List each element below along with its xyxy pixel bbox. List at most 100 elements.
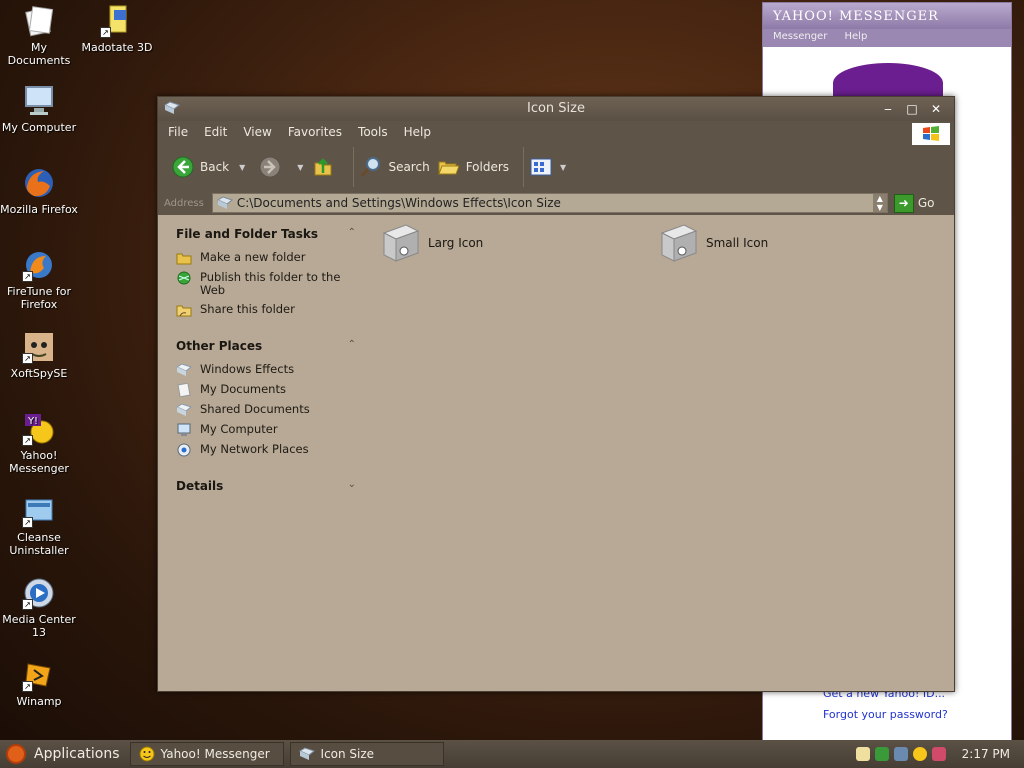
yahoo-smiley-icon xyxy=(139,746,155,762)
shared-documents-icon xyxy=(176,403,192,416)
desktop-icon-yahoo-messenger[interactable]: Y! ↗ Yahoo! Messenger xyxy=(0,412,78,475)
address-label: Address xyxy=(164,197,204,209)
window-titlebar[interactable]: Icon Size ‒ □ ✕ xyxy=(158,97,954,121)
back-label: Back xyxy=(200,160,230,174)
toolbar-separator xyxy=(353,147,355,187)
back-button[interactable]: Back xyxy=(172,156,229,178)
desktop-icon-winamp[interactable]: ↗ Winamp xyxy=(0,658,78,708)
place-my-computer[interactable]: My Computer xyxy=(176,423,356,437)
shortcut-arrow-icon: ↗ xyxy=(22,517,33,528)
desktop-icon-label: My Computer xyxy=(1,121,77,134)
address-bar: Address C:\Documents and Settings\Window… xyxy=(158,191,954,215)
share-folder-icon xyxy=(176,305,192,317)
tray-network-icon[interactable] xyxy=(893,747,908,761)
yahoo-menu-messenger[interactable]: Messenger xyxy=(773,31,827,42)
address-value: C:\Documents and Settings\Windows Effect… xyxy=(236,196,561,210)
file-item-small-icon[interactable]: Small Icon xyxy=(658,221,768,265)
applications-menu-button[interactable]: Applications xyxy=(0,744,130,764)
shortcut-arrow-icon: ↗ xyxy=(22,599,33,610)
desktop-icon-firetune[interactable]: ↗ FireTune for Firefox xyxy=(0,248,78,311)
shortcut-arrow-icon: ↗ xyxy=(22,681,33,692)
taskbar-item-yahoo-messenger[interactable]: Yahoo! Messenger xyxy=(129,742,284,766)
yahoo-forgot-password-link[interactable]: Forgot your password? xyxy=(823,708,948,721)
menu-favorites[interactable]: Favorites xyxy=(288,125,342,139)
desktop-icon-my-documents[interactable]: My Documents xyxy=(0,4,78,67)
go-button[interactable]: ➜ Go xyxy=(893,193,935,213)
firefox-icon xyxy=(22,166,56,200)
yahoo-menu-help[interactable]: Help xyxy=(845,31,868,42)
shortcut-arrow-icon: ↗ xyxy=(22,353,33,364)
desktop-icon-cleanse-uninstaller[interactable]: ↗ Cleanse Uninstaller xyxy=(0,494,78,557)
file-item-larg-icon[interactable]: Larg Icon xyxy=(380,221,483,265)
yahoo-title: YAHOO! MESSENGER xyxy=(763,3,1011,29)
menu-edit[interactable]: Edit xyxy=(204,125,227,139)
menu-tools[interactable]: Tools xyxy=(358,125,388,139)
chevron-up-icon[interactable]: ⌃ xyxy=(348,339,356,353)
tray-note-icon[interactable] xyxy=(855,747,870,761)
ubuntu-logo-icon xyxy=(6,744,26,764)
firetune-icon: ↗ xyxy=(22,248,56,282)
maximize-button[interactable]: □ xyxy=(900,97,924,121)
views-button[interactable]: ▼ xyxy=(530,158,566,176)
folder-address-icon xyxy=(216,196,233,209)
task-share-folder[interactable]: Share this folder xyxy=(176,303,356,317)
yahoo-menu: Messenger Help xyxy=(763,29,1011,47)
menu-file[interactable]: File xyxy=(168,125,188,139)
clock[interactable]: 2:17 PM xyxy=(962,747,1010,761)
folder-icon xyxy=(176,363,192,376)
cleanse-uninstaller-icon: ↗ xyxy=(22,494,56,528)
desktop-icon-label: Winamp xyxy=(16,695,62,708)
desktop-icon-my-computer[interactable]: My Computer xyxy=(0,84,78,134)
tray-yahoo-icon[interactable] xyxy=(912,747,927,761)
chevron-down-icon[interactable]: ⌄ xyxy=(348,479,356,493)
tray-update-icon[interactable] xyxy=(874,747,889,761)
folders-icon xyxy=(437,161,460,175)
file-name: Larg Icon xyxy=(428,236,484,250)
search-button[interactable]: Search xyxy=(360,156,430,178)
go-label: Go xyxy=(917,196,935,210)
views-dropdown-icon: ▼ xyxy=(560,162,567,172)
menu-view[interactable]: View xyxy=(243,125,271,139)
search-icon xyxy=(361,157,381,177)
task-make-new-folder[interactable]: Make a new folder xyxy=(176,251,356,265)
desktop-icon-xoftspyse[interactable]: ↗ XoftSpySE xyxy=(0,330,78,380)
place-my-network-places[interactable]: My Network Places xyxy=(176,443,356,457)
file-folder-tasks-header[interactable]: File and Folder Tasks ⌃ xyxy=(176,227,356,241)
xoftspy-icon: ↗ xyxy=(22,330,56,364)
my-computer-icon xyxy=(22,84,56,118)
forward-arrow-icon xyxy=(259,156,281,178)
taskbar-item-icon-size[interactable]: Icon Size xyxy=(289,742,444,766)
place-my-documents[interactable]: My Documents xyxy=(176,383,356,397)
network-places-icon xyxy=(177,443,191,457)
explorer-window[interactable]: Icon Size ‒ □ ✕ File Edit View Favorites… xyxy=(157,96,955,692)
other-places-panel: Other Places ⌃ Windows Effects My Docume… xyxy=(176,339,356,457)
desktop-icon-label: Cleanse Uninstaller xyxy=(9,531,69,557)
forward-button[interactable] xyxy=(259,156,287,178)
media-center-icon: ↗ xyxy=(22,576,56,610)
folders-button[interactable]: Folders xyxy=(437,157,509,177)
place-shared-documents[interactable]: Shared Documents xyxy=(176,403,356,417)
system-tray: 2:17 PM xyxy=(851,747,1024,761)
up-folder-icon xyxy=(314,158,332,176)
details-header[interactable]: Details ⌄ xyxy=(176,479,356,493)
other-places-header[interactable]: Other Places ⌃ xyxy=(176,339,356,353)
views-icon xyxy=(530,158,552,176)
tray-shield-icon[interactable] xyxy=(931,747,946,761)
place-windows-effects[interactable]: Windows Effects xyxy=(176,363,356,377)
menu-help[interactable]: Help xyxy=(404,125,431,139)
back-arrow-icon xyxy=(172,156,194,178)
up-folder-button[interactable] xyxy=(313,157,339,177)
minimize-button[interactable]: ‒ xyxy=(876,97,900,121)
chevron-up-icon[interactable]: ⌃ xyxy=(348,227,356,241)
back-dropdown-icon[interactable]: ▼ xyxy=(239,163,245,172)
desktop-icon-madotate-3d[interactable]: ↗ Madotate 3D xyxy=(78,4,156,54)
task-publish-folder[interactable]: Publish this folder to the Web xyxy=(176,271,356,297)
desktop-icon-media-center[interactable]: ↗ Media Center 13 xyxy=(0,576,78,639)
file-folder-tasks-title: File and Folder Tasks xyxy=(176,227,319,241)
address-field[interactable]: C:\Documents and Settings\Windows Effect… xyxy=(211,193,888,213)
desktop-icon-mozilla-firefox[interactable]: Mozilla Firefox xyxy=(0,166,78,216)
publish-web-icon xyxy=(177,271,191,285)
address-dropdown-button[interactable]: ▲ ▼ xyxy=(872,194,887,212)
close-button[interactable]: ✕ xyxy=(924,97,948,121)
forward-dropdown-icon[interactable]: ▼ xyxy=(297,163,303,172)
